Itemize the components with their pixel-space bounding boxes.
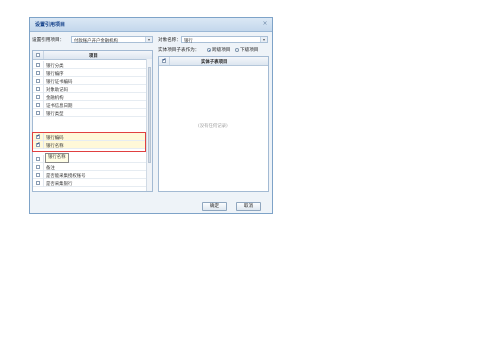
row-checkbox[interactable]: [36, 173, 40, 177]
row-label: 是否采集银行: [46, 181, 73, 187]
table-row[interactable]: 对象助记码: [33, 85, 147, 93]
ok-button[interactable]: 确定: [202, 202, 227, 211]
table-row[interactable]: 备注: [33, 163, 147, 171]
object-name-value: 银行: [184, 38, 193, 44]
cancel-button[interactable]: 取消: [236, 202, 261, 211]
table-row[interactable]: 证书信息日期: [33, 101, 147, 109]
items-grid-scrollbar[interactable]: [146, 59, 152, 191]
row-label: 备注: [46, 165, 55, 171]
row-label: 银行类型: [46, 111, 64, 117]
entity-column-header: 实体子表项目: [201, 59, 228, 65]
select-all-checkbox[interactable]: [36, 53, 40, 57]
source-select-value: 付款账户开户金融机构: [74, 38, 118, 44]
row-label: 对象助记码: [46, 87, 68, 93]
row-label: 证书信息日期: [46, 103, 73, 109]
row-checkbox[interactable]: [36, 111, 40, 115]
row-checkbox[interactable]: [36, 71, 40, 75]
row-label: 是否能采集授权账号: [46, 173, 86, 179]
table-row[interactable]: 银行证书编码: [33, 77, 147, 85]
entity-grid-header: 实体子表项目: [159, 57, 268, 66]
row-checkbox[interactable]: [36, 103, 40, 107]
radio-sub-level-label: 下级项目: [240, 48, 259, 53]
dialog-titlebar: 设置引用项目 ×: [30, 18, 272, 32]
table-row[interactable]: 是否采集银行: [33, 179, 147, 187]
empty-records-text: (没有任何记录): [198, 124, 228, 129]
table-row[interactable]: 是否能采集授权账号: [33, 171, 147, 179]
row-checkbox[interactable]: [36, 181, 40, 185]
radio-sub-level[interactable]: [235, 48, 239, 52]
row-checkbox[interactable]: [36, 157, 40, 161]
close-icon[interactable]: ×: [262, 21, 268, 27]
chevron-down-icon[interactable]: ▾: [260, 37, 267, 42]
select-all-checkbox-checked[interactable]: [162, 58, 166, 63]
object-name-select[interactable]: 银行 ▾: [181, 36, 268, 44]
row-label: 银行证书编码: [46, 79, 73, 85]
row-label: 金融机构: [46, 95, 64, 101]
source-select[interactable]: 付款账户开户金融机构 ▾: [71, 36, 153, 44]
table-row[interactable]: 银行分类: [33, 61, 147, 69]
items-column-header: 项目: [89, 53, 98, 59]
items-grid-header: 项目: [33, 51, 152, 60]
source-label: 设置引用项目：: [32, 38, 65, 43]
radio-cross-level[interactable]: [207, 48, 211, 52]
row-checkbox[interactable]: [36, 79, 40, 83]
row-checkbox[interactable]: [36, 165, 40, 169]
row-label: 银行编序: [46, 71, 64, 77]
items-grid: 项目 银行分类 银行编序 银行证书编码 对象助记码 金融机构 证书信息日期 银行…: [32, 50, 153, 192]
object-name-label: 对象名称：: [158, 38, 181, 43]
scrollbar-thumb[interactable]: [148, 67, 151, 163]
chevron-down-icon[interactable]: ▾: [145, 37, 152, 42]
selection-highlight: [32, 132, 146, 152]
table-row[interactable]: 银行编序: [33, 69, 147, 77]
table-row[interactable]: 金融机构: [33, 93, 147, 101]
row-checkbox[interactable]: [36, 87, 40, 91]
tooltip: 银行名称: [45, 153, 69, 163]
entity-subtable-label: 实体项目子表作为：: [158, 48, 200, 53]
table-row[interactable]: 银行类型: [33, 109, 147, 117]
radio-cross-level-label: 跨级项目: [212, 48, 231, 53]
row-label: 银行分类: [46, 63, 64, 69]
row-checkbox[interactable]: [36, 95, 40, 99]
row-checkbox[interactable]: [36, 63, 40, 67]
dialog-title: 设置引用项目: [35, 22, 66, 28]
